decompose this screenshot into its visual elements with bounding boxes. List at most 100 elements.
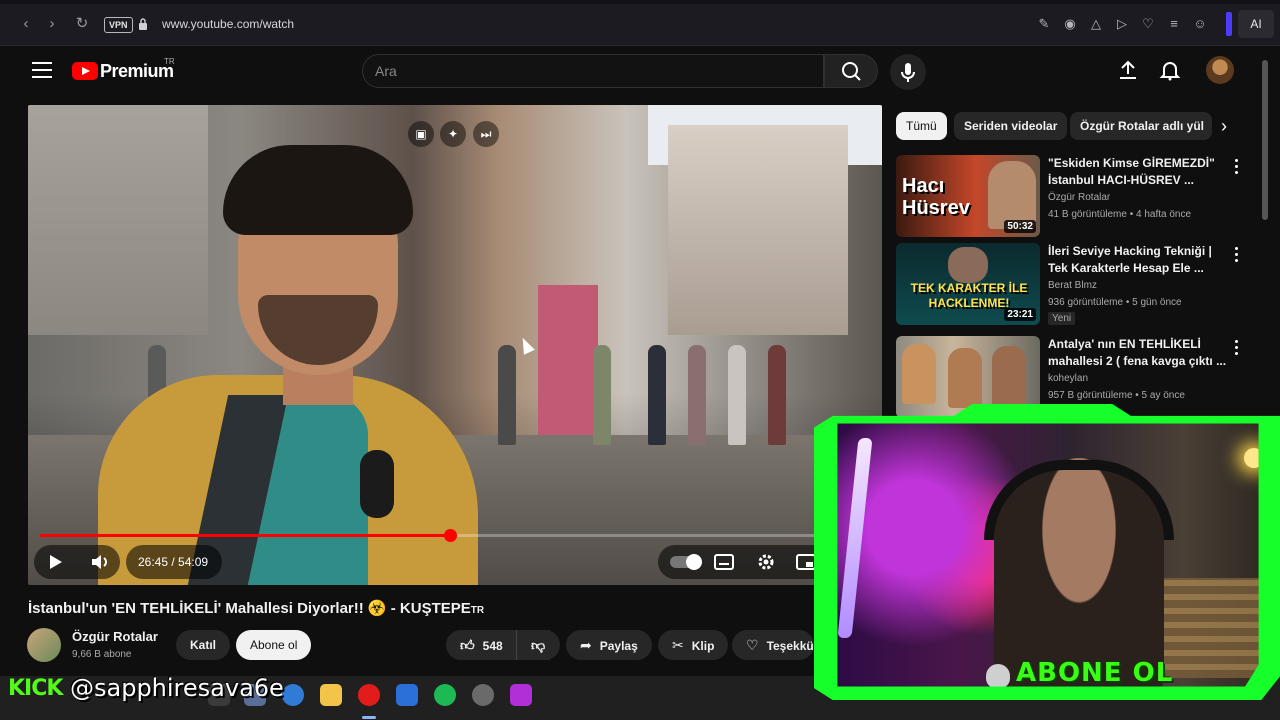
search-input[interactable] [363, 55, 823, 87]
shield-icon[interactable]: △ [1088, 16, 1104, 32]
autoplay-toggle[interactable] [670, 554, 702, 570]
lock-icon [139, 18, 147, 30]
play-icon[interactable] [46, 553, 64, 571]
microphone-icon [901, 63, 915, 82]
bystander [688, 345, 706, 445]
thumbs-down-icon: 👎︎ [531, 637, 546, 653]
forward-icon[interactable]: › [42, 14, 62, 34]
address-bar[interactable]: www.youtube.com/watch [162, 17, 294, 31]
channel-avatar[interactable] [27, 628, 61, 662]
edit-icon[interactable]: ✎ [1036, 16, 1052, 32]
thumbnail-person [902, 344, 936, 404]
opera-icon[interactable] [358, 684, 380, 706]
chip-series[interactable]: Seriden videolar [954, 112, 1068, 140]
recommendation-channel[interactable]: koheylan [1048, 373, 1088, 384]
play-icon[interactable]: ▷ [1114, 16, 1130, 32]
video-player[interactable]: ▣ ✦ ⏭ 26:45 / 54:09 [28, 105, 882, 585]
ai-button[interactable]: AI [1238, 10, 1274, 38]
lapel-microphone [360, 450, 394, 518]
recommendation-title[interactable]: "Eskiden Kimse GİREMEZDİ" İstanbul HACI-… [1048, 155, 1228, 189]
bystander [728, 345, 746, 445]
video-title: İstanbul'un 'EN TEHLİKELİ' Mahallesi Diy… [28, 600, 485, 617]
bystander [498, 345, 516, 445]
volume-icon[interactable] [90, 553, 110, 571]
share-button[interactable]: ➦ Paylaş [566, 630, 652, 660]
youtube-logo-icon[interactable] [72, 62, 98, 80]
subscribe-button[interactable]: Abone ol [236, 630, 312, 660]
thumbnail[interactable]: TEK KARAKTER İLE HACKLENME! 23:21 [896, 243, 1040, 325]
streamer-handle: @sapphiresava6e [70, 674, 284, 702]
upload-icon[interactable] [1116, 58, 1140, 82]
tab-strip [0, 0, 1280, 4]
heart-dollar-icon: ♡ [746, 637, 759, 653]
progress-scrubber[interactable] [444, 529, 458, 542]
recommendation-item[interactable]: TEK KARAKTER İLE HACKLENME! 23:21 İleri … [896, 243, 1256, 325]
chip-channel[interactable]: Özgür Rotalar adlı yül [1070, 112, 1212, 140]
progress-played [40, 534, 451, 537]
thumbnail-person [992, 346, 1026, 406]
notifications-bell-icon[interactable] [1158, 58, 1182, 82]
search-button[interactable] [824, 54, 878, 88]
logo-text[interactable]: Premium [100, 61, 174, 82]
reload-icon[interactable]: ↻ [72, 14, 92, 34]
recommendation-meta: 936 görüntüleme • 5 gün önce [1048, 297, 1182, 308]
thumbnail[interactable]: Hacı Hüsrev 50:32 [896, 155, 1040, 237]
back-icon[interactable]: ‹ [16, 14, 36, 34]
search-icon [842, 62, 861, 81]
thumbs-up-icon: 👍︎ [460, 637, 475, 653]
chevron-right-icon[interactable]: › [1212, 112, 1236, 140]
search-field[interactable] [362, 54, 824, 88]
duration-badge: 50:32 [1004, 220, 1036, 233]
mail-icon[interactable] [396, 684, 418, 706]
more-options-icon[interactable] [1232, 247, 1240, 265]
recommendation-title[interactable]: İleri Seviye Hacking Tekniği | Tek Karak… [1048, 243, 1228, 277]
more-options-icon[interactable] [1232, 340, 1240, 358]
vpn-badge[interactable]: VPN [104, 17, 133, 33]
sparkle-icon[interactable]: ✦ [440, 121, 466, 147]
hamburger-menu-icon[interactable] [32, 62, 52, 78]
webcam-feed: ABONE OL [837, 423, 1259, 687]
next-video-icon[interactable]: ⏭ [473, 121, 499, 147]
scene-building [668, 125, 848, 335]
subtitles-icon[interactable] [714, 553, 734, 571]
logo-region: TR [164, 57, 175, 66]
thumbnail-caption: TEK KARAKTER İLE HACKLENME! [910, 281, 1028, 310]
profile-icon[interactable]: ☺ [1192, 16, 1208, 32]
more-options-icon[interactable] [1232, 159, 1240, 177]
file-explorer-icon[interactable] [320, 684, 342, 706]
miniplayer-icon[interactable]: ▣ [408, 121, 434, 147]
neon-light [837, 438, 873, 638]
bystander [768, 345, 786, 445]
recommendation-title[interactable]: Antalya' nın EN TEHLİKELİ mahallesi 2 ( … [1048, 336, 1228, 370]
kick-logo: KICK [8, 676, 63, 701]
miniplayer-toggle-icon[interactable] [796, 553, 816, 571]
dislike-button[interactable]: 👎︎ [516, 630, 560, 660]
edge-icon[interactable] [282, 684, 304, 706]
settings-gear-icon[interactable] [756, 552, 776, 572]
thanks-button[interactable]: ♡ Teşekkü [732, 630, 814, 660]
channel-name[interactable]: Özgür Rotalar [72, 629, 158, 644]
clip-button[interactable]: ✂ Klip [658, 630, 729, 660]
user-avatar[interactable] [1206, 56, 1234, 84]
thumbnail-face [988, 161, 1036, 229]
skull-icon [986, 664, 1010, 687]
join-button[interactable]: Katıl [176, 630, 231, 660]
scene-pink-house [538, 285, 598, 435]
recommendation-meta: 41 B görüntüleme • 4 hafta önce [1048, 209, 1192, 220]
spotify-icon[interactable] [434, 684, 456, 706]
menu-icon[interactable]: ≡ [1166, 16, 1182, 32]
page-scrollbar[interactable] [1262, 60, 1268, 220]
chip-all[interactable]: Tümü [896, 112, 947, 140]
progress-bar[interactable] [40, 529, 870, 542]
camera-icon[interactable]: ◉ [1062, 16, 1078, 32]
app-icon[interactable] [510, 684, 532, 706]
subscriber-count: 9,66 B abone [72, 649, 132, 660]
voice-search-button[interactable] [890, 54, 926, 90]
recommendation-item[interactable]: Hacı Hüsrev 50:32 "Eskiden Kimse GİREMEZ… [896, 155, 1256, 237]
scissors-icon: ✂ [672, 637, 684, 653]
recommendation-channel[interactable]: Berat Blmz [1048, 280, 1097, 291]
browser-toolbar: ‹ › ↻ VPN www.youtube.com/watch ✎ ◉ △ ▷ … [0, 0, 1280, 46]
heart-icon[interactable]: ♡ [1140, 16, 1156, 32]
recommendation-channel[interactable]: Özgür Rotalar [1048, 192, 1110, 203]
obs-icon[interactable] [472, 684, 494, 706]
